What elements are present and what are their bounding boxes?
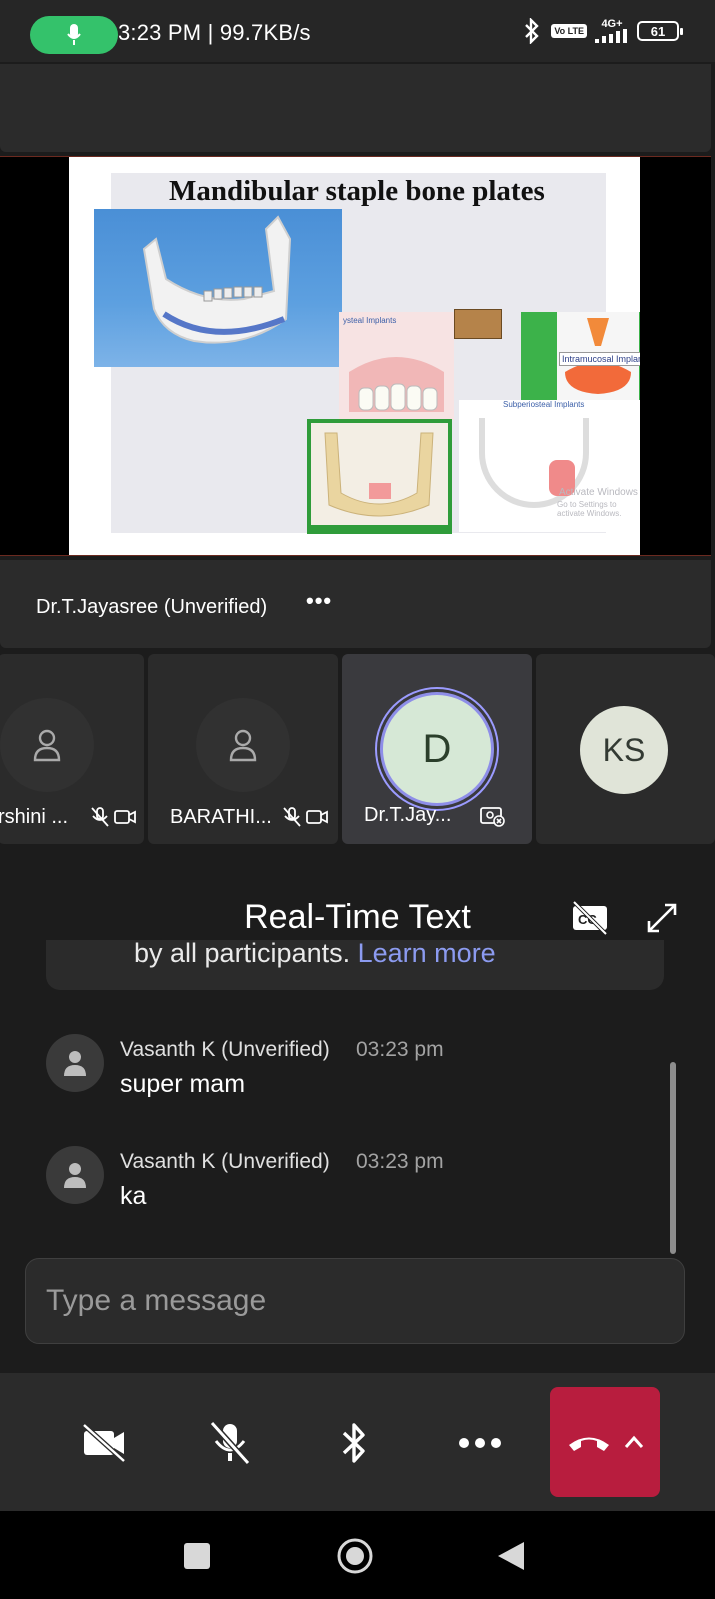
camera-toggle-button[interactable]	[74, 1413, 134, 1473]
bluetooth-icon	[342, 1423, 365, 1463]
more-icon	[459, 1438, 501, 1448]
microphone-toggle-button[interactable]	[200, 1413, 260, 1473]
triangle-back-icon	[498, 1542, 524, 1570]
expand-button[interactable]	[646, 902, 678, 939]
participant-tile[interactable]: BARATHI...	[148, 654, 338, 844]
mic-muted-icon	[283, 807, 301, 827]
intramucosal-implant-image: Intramucosal Implant	[521, 312, 640, 400]
captions-off-button[interactable]: CC	[570, 900, 610, 941]
rtt-info-text: by all participants. Learn more	[134, 940, 496, 969]
signal-bars-icon	[595, 29, 627, 43]
message-time: 03:23 pm	[356, 1038, 444, 1061]
subperiosteal-label: Subperiosteal Implants	[503, 400, 585, 409]
bluetooth-status-icon	[525, 18, 540, 44]
status-icons: Vo LTE 4G+ 61	[521, 18, 683, 44]
slide-title: Mandibular staple bone plates	[169, 175, 545, 207]
participant-tile-active[interactable]: D Dr.T.Jay...	[342, 654, 532, 844]
mic-active-indicator[interactable]	[30, 16, 118, 54]
message-text: super mam	[120, 1070, 246, 1098]
person-icon	[229, 729, 257, 762]
battery-level: 61	[650, 23, 666, 39]
battery-indicator: 61	[637, 21, 683, 41]
bone-implant-panel	[311, 423, 448, 525]
hang-up-icon	[569, 1437, 609, 1451]
mandible-illustration	[142, 215, 292, 344]
signal-indicator: 4G+	[595, 19, 629, 43]
back-button[interactable]	[488, 1533, 534, 1579]
person-icon	[64, 1051, 86, 1076]
status-time-speed: 3:23 PM | 99.7KB/s	[118, 20, 311, 45]
participant-name: Dr.T.Jay...	[364, 804, 452, 826]
screen-share-icon	[480, 807, 505, 827]
presenter-name: Dr.T.Jayasree (Unverified)	[36, 596, 268, 618]
meeting-header-panel	[0, 64, 711, 152]
chat-message: Vasanth K (Unverified) 03:23 pm super ma…	[46, 1034, 646, 1114]
square-icon	[184, 1543, 210, 1569]
endosteal-label: ysteal Implants	[343, 316, 397, 325]
network-type: 4G+	[601, 18, 623, 30]
message-composer[interactable]	[25, 1258, 685, 1344]
participant-avatar	[196, 698, 290, 792]
home-button[interactable]	[332, 1533, 378, 1579]
message-author: Vasanth K (Unverified)	[120, 1038, 330, 1061]
participant-name: rshini ...	[0, 806, 69, 828]
message-avatar	[46, 1146, 104, 1204]
participant-status-icons	[480, 806, 506, 828]
participant-strip[interactable]: rshini ... BARATHI... D Dr.T.Jay... KS	[0, 654, 715, 846]
mandible-plate-image	[94, 209, 342, 367]
message-text: ka	[120, 1182, 147, 1210]
implant-photo-thumb	[454, 309, 502, 339]
volte-badge: Vo LTE	[551, 24, 587, 38]
presenter-bar: Dr.T.Jayasree (Unverified) •••	[0, 560, 711, 648]
captions-off-icon: CC	[572, 900, 608, 936]
windows-watermark-subtitle: Go to Settings to activate Windows.	[557, 500, 622, 518]
windows-watermark-title: Activate Windows	[559, 487, 638, 498]
endosteal-implant-image: ysteal Implants	[339, 312, 454, 420]
shared-screen[interactable]: Mandibular staple bone plates ysteal Imp…	[0, 156, 711, 556]
participant-avatar-initial: KS	[580, 706, 668, 794]
chevron-up-icon[interactable]	[624, 1435, 644, 1449]
message-author: Vasanth K (Unverified)	[120, 1150, 330, 1173]
bone-jaw-illustration	[324, 432, 434, 517]
system-navigation-bar	[0, 1511, 715, 1599]
more-options-button[interactable]	[450, 1413, 510, 1473]
chat-message: Vasanth K (Unverified) 03:23 pm ka	[46, 1146, 646, 1226]
bone-implant-image	[307, 419, 452, 534]
mic-off-icon	[209, 1421, 251, 1465]
participant-tile[interactable]: KS	[536, 654, 715, 844]
participant-name: BARATHI...	[170, 806, 272, 828]
video-off-icon	[114, 810, 136, 824]
bluetooth-audio-button[interactable]	[324, 1413, 384, 1473]
intramucosal-label: Intramucosal Implant	[559, 352, 640, 366]
message-avatar	[46, 1034, 104, 1092]
status-bar: 3:23 PM | 99.7KB/s Vo LTE 4G+ 61	[0, 0, 715, 62]
message-time: 03:23 pm	[356, 1150, 444, 1173]
participant-tile[interactable]: rshini ...	[0, 654, 144, 844]
circle-icon	[337, 1538, 373, 1574]
person-icon	[33, 729, 61, 762]
mic-muted-icon	[91, 807, 109, 827]
rtt-info-card: by all participants. Learn more	[46, 940, 664, 990]
recents-button[interactable]	[174, 1533, 220, 1579]
learn-more-link[interactable]: Learn more	[358, 940, 496, 968]
person-icon	[64, 1163, 86, 1188]
participant-status-icons	[90, 806, 136, 828]
mic-icon	[67, 24, 81, 45]
expand-icon	[647, 903, 677, 933]
presenter-more-button[interactable]: •••	[306, 588, 332, 614]
rtt-info-body: by all participants.	[134, 940, 351, 968]
chat-scrollbar[interactable]	[670, 1062, 676, 1254]
video-off-icon	[306, 810, 328, 824]
participant-avatar	[0, 698, 94, 792]
end-call-button[interactable]	[550, 1387, 660, 1497]
camera-off-icon	[82, 1423, 126, 1463]
participant-status-icons	[282, 806, 328, 828]
call-controls-bar	[0, 1373, 715, 1511]
message-input[interactable]	[46, 1279, 666, 1323]
participant-avatar-initial: D	[380, 692, 494, 806]
presentation-slide: Mandibular staple bone plates ysteal Imp…	[69, 157, 640, 555]
teeth-illustration	[349, 357, 444, 412]
